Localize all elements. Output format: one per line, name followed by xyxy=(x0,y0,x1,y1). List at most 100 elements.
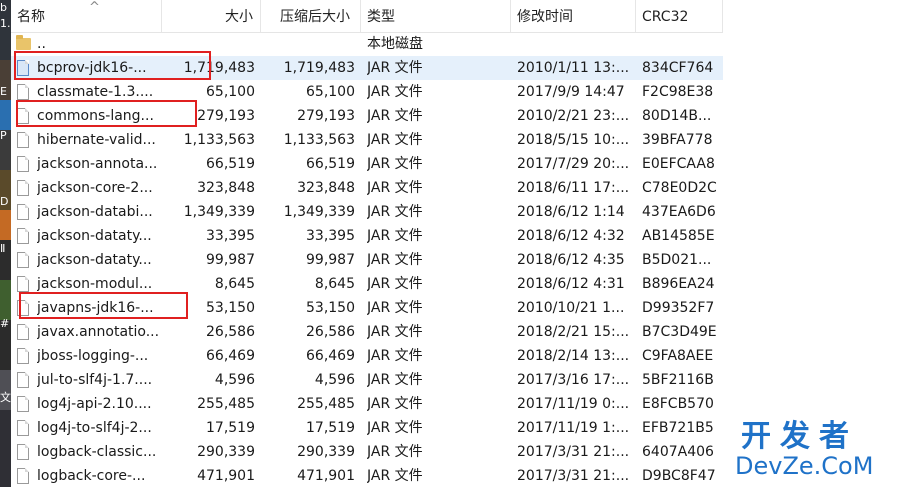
file-modified: 2017/3/31 21:... xyxy=(517,444,630,460)
file-modified: 2017/7/29 20:... xyxy=(517,156,630,172)
file-size: 33,395 xyxy=(206,228,255,244)
jar-file-icon xyxy=(17,108,29,124)
list-item[interactable]: javax.annotatio... 26,586 26,586 JAR 文件 … xyxy=(11,320,723,344)
file-modified: 2017/3/31 21:... xyxy=(517,468,630,484)
file-modified: 2017/9/9 14:47 xyxy=(517,84,625,100)
file-size: 290,339 xyxy=(197,444,255,460)
strip-glyph: # xyxy=(0,317,10,330)
file-type: JAR 文件 xyxy=(367,348,423,364)
file-name: jul-to-slf4j-1.7.... xyxy=(37,372,153,388)
file-type: 本地磁盘 xyxy=(367,36,423,52)
file-modified: 2018/5/15 10:... xyxy=(517,132,630,148)
jar-file-icon xyxy=(17,156,29,172)
list-item[interactable]: logback-core-... 471,901 471,901 JAR 文件 … xyxy=(11,464,723,488)
file-size: 66,469 xyxy=(206,348,255,364)
file-size: 26,586 xyxy=(206,324,255,340)
file-crc32: B896EA24 xyxy=(642,276,715,292)
empty-area xyxy=(723,0,898,487)
file-size: 17,519 xyxy=(206,420,255,436)
column-divider[interactable] xyxy=(260,0,261,32)
file-type: JAR 文件 xyxy=(367,84,423,100)
jar-file-icon xyxy=(17,228,29,244)
file-name: hibernate-valid... xyxy=(37,132,156,148)
file-type: JAR 文件 xyxy=(367,444,423,460)
column-header-modified[interactable]: 修改时间 xyxy=(517,0,573,32)
file-name: javapns-jdk16-... xyxy=(37,300,154,316)
list-item[interactable]: jul-to-slf4j-1.7.... 4,596 4,596 JAR 文件 … xyxy=(11,368,723,392)
jar-file-icon xyxy=(17,60,29,76)
file-size: 8,645 xyxy=(214,276,255,292)
file-name: logback-core-... xyxy=(37,468,146,484)
file-name: jackson-dataty... xyxy=(37,228,152,244)
file-modified: 2018/6/11 17:... xyxy=(517,180,630,196)
left-window-edge: b 1. E P D Ⅱ # 文 xyxy=(0,0,11,487)
file-type: JAR 文件 xyxy=(367,108,423,124)
file-name: .. xyxy=(37,36,46,52)
jar-file-icon xyxy=(17,276,29,292)
list-item[interactable]: classmate-1.3.... 65,100 65,100 JAR 文件 2… xyxy=(11,80,723,104)
jar-file-icon xyxy=(17,204,29,220)
file-modified: 2018/6/12 4:31 xyxy=(517,276,625,292)
file-size: 471,901 xyxy=(197,468,255,484)
column-divider[interactable] xyxy=(635,0,636,32)
column-header-crc32[interactable]: CRC32 xyxy=(642,0,688,32)
file-crc32: EFB721B5 xyxy=(642,420,714,436)
list-item[interactable]: logback-classic... 290,339 290,339 JAR 文… xyxy=(11,440,723,464)
column-divider[interactable] xyxy=(510,0,511,32)
list-item[interactable]: jackson-databi... 1,349,339 1,349,339 JA… xyxy=(11,200,723,224)
file-name: commons-lang... xyxy=(37,108,154,124)
list-item[interactable]: bcprov-jdk16-... 1,719,483 1,719,483 JAR… xyxy=(11,56,723,80)
file-name: jboss-logging-... xyxy=(37,348,149,364)
file-packed-size: 255,485 xyxy=(297,396,355,412)
column-divider[interactable] xyxy=(161,0,162,32)
file-type: JAR 文件 xyxy=(367,132,423,148)
list-item[interactable]: jackson-dataty... 33,395 33,395 JAR 文件 2… xyxy=(11,224,723,248)
list-item[interactable]: javapns-jdk16-... 53,150 53,150 JAR 文件 2… xyxy=(11,296,723,320)
jar-file-icon xyxy=(17,180,29,196)
column-header-type[interactable]: 类型 xyxy=(367,0,395,32)
file-size: 1,133,563 xyxy=(183,132,255,148)
list-item[interactable]: jboss-logging-... 66,469 66,469 JAR 文件 2… xyxy=(11,344,723,368)
file-modified: 2018/6/12 1:14 xyxy=(517,204,625,220)
jar-file-icon xyxy=(17,372,29,388)
file-type: JAR 文件 xyxy=(367,396,423,412)
file-name: jackson-annota... xyxy=(37,156,158,172)
file-type: JAR 文件 xyxy=(367,204,423,220)
list-item[interactable]: jackson-dataty... 99,987 99,987 JAR 文件 2… xyxy=(11,248,723,272)
column-header: ^ 名称 大小 压缩后大小 类型 修改时间 CRC32 xyxy=(11,0,723,33)
file-crc32: B5D021... xyxy=(642,252,712,268)
column-header-name[interactable]: 名称 xyxy=(17,0,45,32)
strip-glyph: b xyxy=(0,1,7,14)
list-item[interactable]: commons-lang... 279,193 279,193 JAR 文件 2… xyxy=(11,104,723,128)
file-type: JAR 文件 xyxy=(367,300,423,316)
file-modified: 2010/1/11 13:... xyxy=(517,60,630,76)
list-item[interactable]: jackson-core-2... 323,848 323,848 JAR 文件… xyxy=(11,176,723,200)
file-modified: 2018/6/12 4:35 xyxy=(517,252,625,268)
file-packed-size: 99,987 xyxy=(306,252,355,268)
column-header-size[interactable]: 大小 xyxy=(225,0,253,32)
file-modified: 2018/2/21 15:... xyxy=(517,324,630,340)
list-item[interactable]: log4j-api-2.10.... 255,485 255,485 JAR 文… xyxy=(11,392,723,416)
list-item[interactable]: hibernate-valid... 1,133,563 1,133,563 J… xyxy=(11,128,723,152)
jar-file-icon xyxy=(17,468,29,484)
file-modified: 2018/6/12 4:32 xyxy=(517,228,625,244)
column-header-packed-size[interactable]: 压缩后大小 xyxy=(280,0,350,32)
list-item[interactable]: jackson-annota... 66,519 66,519 JAR 文件 2… xyxy=(11,152,723,176)
jar-file-icon xyxy=(17,252,29,268)
jar-file-icon xyxy=(17,396,29,412)
strip-glyph: 文 xyxy=(0,391,11,404)
file-packed-size: 1,349,339 xyxy=(283,204,355,220)
watermark-chinese-text: 开发者 xyxy=(741,419,858,454)
file-crc32: F2C98E38 xyxy=(642,84,714,100)
list-item[interactable]: jackson-modul... 8,645 8,645 JAR 文件 2018… xyxy=(11,272,723,296)
file-name: javax.annotatio... xyxy=(37,324,160,340)
file-packed-size: 471,901 xyxy=(297,468,355,484)
column-divider[interactable] xyxy=(360,0,361,32)
file-crc32: 437EA6D6 xyxy=(642,204,716,220)
list-item[interactable]: log4j-to-slf4j-2... 17,519 17,519 JAR 文件… xyxy=(11,416,723,440)
file-name: logback-classic... xyxy=(37,444,157,460)
file-packed-size: 17,519 xyxy=(306,420,355,436)
list-item-parent-folder[interactable]: .. 本地磁盘 xyxy=(11,32,723,56)
file-name: classmate-1.3.... xyxy=(37,84,154,100)
sort-ascending-icon: ^ xyxy=(89,0,100,15)
